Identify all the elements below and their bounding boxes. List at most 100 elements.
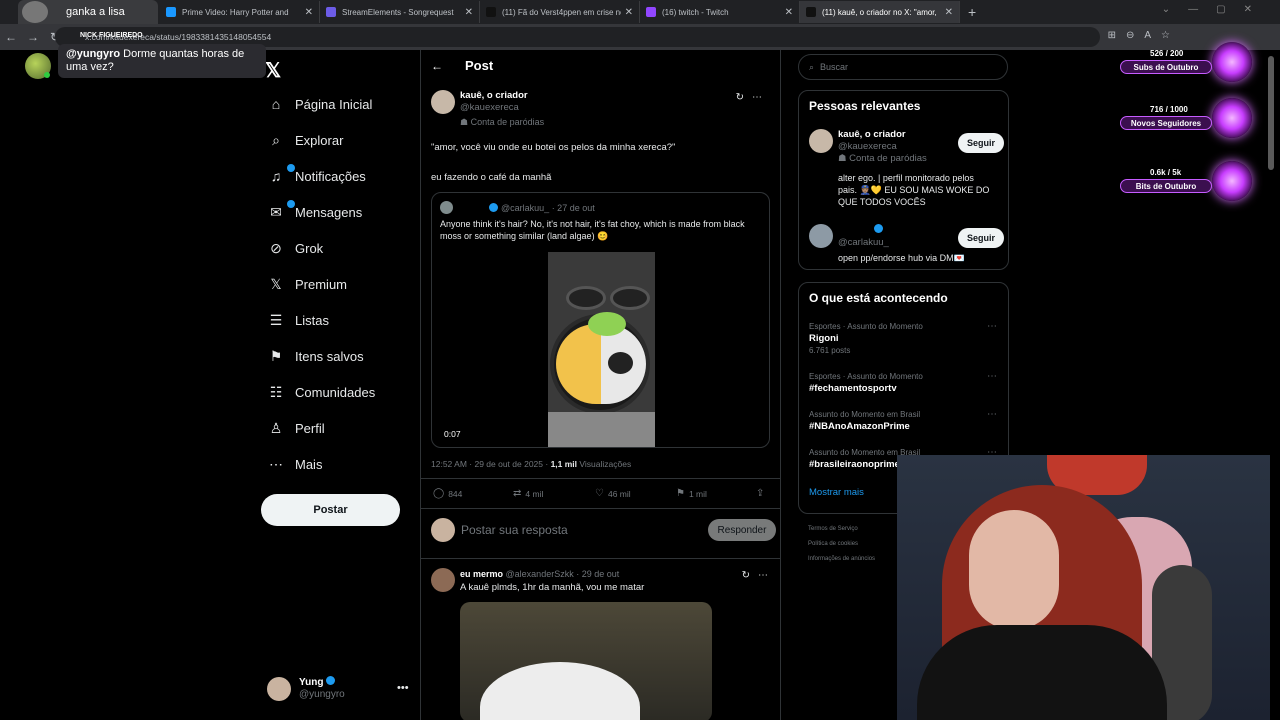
reply-image[interactable] [460,602,712,720]
follow-button[interactable]: Seguir [958,133,1004,153]
new-tab-icon[interactable]: + [968,4,976,20]
x-logo-icon[interactable]: 𝕏 [265,58,281,83]
reply-icon: ◯ [433,488,445,499]
show-more-link[interactable]: Mostrar mais [809,487,864,498]
reply-action[interactable]: ◯ 844 [433,488,462,499]
browser-tab[interactable]: Prime Video: Harry Potter and ✕ [160,1,320,23]
account-switcher[interactable]: Yung @yungyro [267,676,345,701]
goal-widget: 716 / 1000 Novos Seguidores [1120,98,1270,142]
close-icon[interactable]: ✕ [785,7,793,18]
post-menu-icons[interactable]: ↻⋯ [736,92,770,103]
goal-count: 716 / 1000 [1150,105,1188,114]
footer-link[interactable]: Política de cookies [808,537,908,552]
follow-button[interactable]: Seguir [958,228,1004,248]
card-title: Pessoas relevantes [809,99,921,113]
post-text-line2: eu fazendo o café da manhã [431,172,552,183]
reply-header: eu mermo @alexanderSzkk · 29 de out [460,569,619,579]
footer-link[interactable]: Informações de anúncios [808,552,908,567]
browser-tab[interactable]: (11) Fã do Verst4ppen em crise no ✕ [480,1,640,23]
post-menu-icons[interactable]: ↻⋯ [742,570,776,581]
sidebar-item-label: Explorar [295,133,344,148]
close-icon[interactable]: ✕ [625,7,633,18]
person-handle: @carlakuu_ [838,237,889,248]
scrollbar[interactable] [1268,56,1274,170]
account-name: Yung [299,677,324,688]
quoted-post[interactable]: @carlakuu_ · 27 de out Anyone think it's… [431,192,770,448]
stove-burner [566,286,606,310]
trend-item[interactable]: Esportes · Assunto do Momento #fechamento… [809,371,999,395]
views-count: 1,1 mil [550,459,578,469]
reply-author-handle: @alexanderSzkk [505,569,574,579]
avatar [431,568,455,592]
post-button[interactable]: Postar [261,494,400,526]
sidebar-item-mais[interactable]: ⋯ Mais [267,456,322,473]
views-label: Visualizações [577,459,632,469]
post-text: "amor, você viu onde eu botei os pelos d… [431,142,676,153]
reply-date: · 29 de out [576,569,620,579]
search-placeholder: Buscar [820,62,849,72]
trend-item[interactable]: Esportes · Assunto do Momento Rigoni 6.761… [809,321,999,356]
sidebar-item-label: Grok [295,241,324,256]
avatar [267,676,291,701]
share-action[interactable]: ⇪ [756,488,768,499]
webcam-feed [897,455,1270,720]
trend-posts: 6.761 posts [809,346,851,355]
repost-action[interactable]: ⇄ 4 mil [513,488,543,499]
mail-icon: ✉ [270,204,282,220]
browser-tab[interactable]: (16) twitch - Twitch ✕ [640,1,800,23]
post-author[interactable]: kauê, o criador @kauexereca ☗ Conta de p… [431,90,544,128]
more-icon: ⋯ [269,456,283,472]
back-icon[interactable]: ← [0,30,22,44]
person-item[interactable]: kauê, o criador @kauexereca ☗ Conta de par… [809,129,1004,209]
streamer-tab: ganka a lisa [18,0,158,24]
sidebar-item-comunidades[interactable]: ☷ Comunidades [267,384,376,401]
sidebar-item-notificações[interactable]: ♫ Notificações [267,164,366,184]
reply-count: 844 [448,488,463,499]
sidebar-item-perfil[interactable]: ♙ Perfil [267,420,325,437]
sidebar-item-mensagens[interactable]: ✉ Mensagens [267,200,362,221]
sidebar-item-premium[interactable]: 𝕏 Premium [267,276,347,293]
reply-input[interactable]: Postar sua resposta [461,523,708,537]
tab-favicon-icon [166,7,176,17]
browser-tab[interactable]: StreamElements - Songrequest ✕ [320,1,480,23]
bookmark-icon: ⚑ [676,488,685,499]
person-bio: open pp/endorse hub via DM💌 [838,253,965,263]
nick-overlay: NICK FIGUEIREDO [80,32,143,39]
footer-link[interactable]: Termos de Serviço [808,522,908,537]
sidebar-item-itens-salvos[interactable]: ⚑ Itens salvos [267,348,364,365]
sidebar-item-página-inicial[interactable]: ⌂ Página Inicial [267,96,373,112]
bookmark-action[interactable]: ⚑ 1 mil [676,488,707,499]
browser-tab-active[interactable]: (11) kauê, o criador no X: "amor, ✕ [800,1,960,23]
search-icon: ⌕ [272,132,280,148]
bookmark-count: 1 mil [688,488,707,499]
post-column: ← Post kauê, o criador @kauexereca ☗ Cont… [420,50,781,720]
more-icon[interactable]: ⋯ [987,371,997,382]
goal-label: Novos Seguidores [1120,116,1212,130]
quote-video[interactable] [548,252,655,447]
parody-label: Conta de paródias [470,117,545,127]
search-input[interactable]: ⌕ Buscar [798,54,1008,80]
close-icon[interactable]: ✕ [945,7,953,18]
goal-widget: 526 / 200 Subs de Outubro [1120,42,1270,86]
divider [421,558,781,559]
tab-favicon-icon [326,7,336,17]
like-count: 46 mil [607,488,631,499]
sidebar-item-explorar[interactable]: ⌕ Explorar [267,132,343,149]
more-icon[interactable]: ⋯ [987,321,997,332]
window-controls[interactable]: ⌄—▢✕ [1162,4,1270,15]
sidebar-item-listas[interactable]: ☰ Listas [267,312,329,329]
more-icon[interactable]: ⋯ [987,409,997,420]
back-arrow-icon[interactable]: ← [431,59,443,73]
person-item[interactable]: @carlakuu_ Seguir open pp/endorse hub vi… [809,224,1004,264]
more-icon[interactable]: ••• [397,682,409,694]
reply-button[interactable]: Responder [708,519,776,541]
close-icon[interactable]: ✕ [305,7,313,18]
toolbar-icons[interactable]: ⊞⊖A☆ [1108,30,1180,41]
forward-icon[interactable]: → [22,30,44,44]
like-action[interactable]: ♡ 46 mil [595,488,631,499]
video-duration: 0:07 [444,429,461,439]
sidebar-item-grok[interactable]: ⊘ Grok [267,240,323,257]
trend-item[interactable]: Assunto do Momento em Brasil #NBAnoAmazon… [809,409,999,433]
close-icon[interactable]: ✕ [465,7,473,18]
avatar [431,90,455,114]
